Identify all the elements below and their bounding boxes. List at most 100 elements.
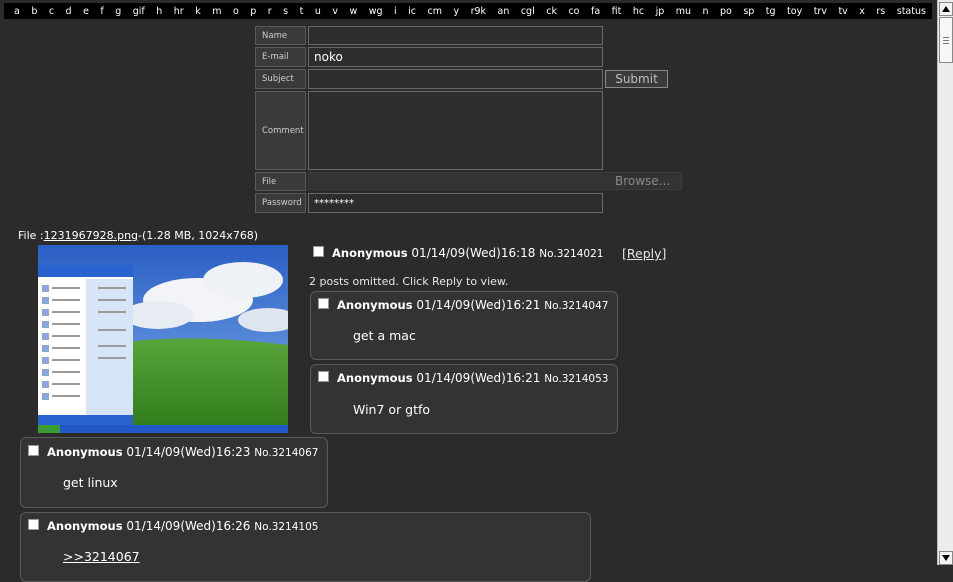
board-link-mu[interactable]: mu xyxy=(676,6,691,17)
board-link-y[interactable]: y xyxy=(453,6,459,17)
board-link-o[interactable]: o xyxy=(233,6,239,17)
board-link-rs[interactable]: rs xyxy=(876,6,885,17)
board-link-fit[interactable]: fit xyxy=(612,6,622,17)
reply-checkbox[interactable] xyxy=(28,519,39,530)
board-link-d[interactable]: d xyxy=(66,6,72,17)
board-link-v[interactable]: v xyxy=(332,6,338,17)
subject-input[interactable] xyxy=(308,69,603,89)
browse-button[interactable]: Browse... xyxy=(605,172,682,190)
reply-number[interactable]: No.3214067 xyxy=(254,447,318,459)
reply-name: Anonymous xyxy=(337,371,413,385)
op-date: 01/14/09(Wed)16:18 xyxy=(411,246,536,260)
board-link-f[interactable]: f xyxy=(100,6,103,17)
board-link-n[interactable]: n xyxy=(702,6,708,17)
board-link-r9k[interactable]: r9k xyxy=(471,6,486,17)
submit-button[interactable]: Submit xyxy=(605,70,668,88)
op-checkbox[interactable] xyxy=(313,246,324,257)
board-link-cm[interactable]: cm xyxy=(427,6,441,17)
subject-label: Subject xyxy=(255,69,306,89)
board-link-cgl[interactable]: cgl xyxy=(521,6,535,17)
board-link-u[interactable]: u xyxy=(315,6,321,17)
board-link-b[interactable]: b xyxy=(31,6,37,17)
comment-textarea[interactable] xyxy=(308,91,603,170)
file-prefix: File : xyxy=(18,229,44,242)
board-link-tg[interactable]: tg xyxy=(766,6,776,17)
reply-checkbox[interactable] xyxy=(318,371,329,382)
board-link-r[interactable]: r xyxy=(268,6,272,17)
file-info: File :1231967928.png-(1.28 MB, 1024x768) xyxy=(18,229,258,242)
reply-date: 01/14/09(Wed)16:21 xyxy=(416,298,541,312)
board-link-h[interactable]: h xyxy=(156,6,162,17)
board-link-hc[interactable]: hc xyxy=(633,6,644,17)
board-link-jp[interactable]: jp xyxy=(656,6,665,17)
reply-date: 01/14/09(Wed)16:23 xyxy=(126,445,251,459)
omitted-notice: 2 posts omitted. Click Reply to view. xyxy=(309,275,509,288)
op-thumbnail[interactable] xyxy=(38,245,288,433)
board-link-t[interactable]: t xyxy=(300,6,304,17)
arrow-up-icon[interactable] xyxy=(939,2,953,16)
board-link-wg[interactable]: wg xyxy=(369,6,383,17)
board-link-po[interactable]: po xyxy=(720,6,732,17)
reply-name: Anonymous xyxy=(47,519,123,533)
board-link-e[interactable]: e xyxy=(83,6,89,17)
comment-label: Comment xyxy=(255,91,306,170)
board-link-x[interactable]: x xyxy=(859,6,865,17)
reply-name: Anonymous xyxy=(337,298,413,312)
email-input[interactable]: noko xyxy=(308,47,603,67)
board-link-gif[interactable]: gif xyxy=(133,6,145,17)
board-link-an[interactable]: an xyxy=(498,6,510,17)
reply-date: 01/14/09(Wed)16:26 xyxy=(126,519,251,533)
board-link-trv[interactable]: trv xyxy=(814,6,827,17)
reply-name: Anonymous xyxy=(47,445,123,459)
board-link-ck[interactable]: ck xyxy=(546,6,557,17)
op-number[interactable]: No.3214021 xyxy=(539,248,603,260)
board-link-ic[interactable]: ic xyxy=(408,6,416,17)
reply-header: Anonymous 01/14/09(Wed)16:21 No.3214053 xyxy=(337,371,608,385)
name-input[interactable] xyxy=(308,26,603,45)
reply-header: Anonymous 01/14/09(Wed)16:21 No.3214047 xyxy=(337,298,608,312)
reply-header: Anonymous 01/14/09(Wed)16:26 No.3214105 xyxy=(47,519,318,533)
board-link-m[interactable]: m xyxy=(212,6,221,17)
board-link-fa[interactable]: fa xyxy=(591,6,600,17)
board-link-a[interactable]: a xyxy=(14,6,20,17)
reply-date: 01/14/09(Wed)16:21 xyxy=(416,371,541,385)
op-name: Anonymous xyxy=(332,246,408,260)
board-link-c[interactable]: c xyxy=(49,6,54,17)
reply-message: get linux xyxy=(63,475,118,490)
board-nav: a b c d e f g gif h hr k m o p r s t u v w wg i ic cm y r9k an cgl c… xyxy=(4,3,932,19)
password-label: Password xyxy=(255,193,306,213)
board-link-g[interactable]: g xyxy=(115,6,121,17)
board-link-s[interactable]: s xyxy=(283,6,288,17)
file-label: File xyxy=(255,172,306,191)
board-link-hr[interactable]: hr xyxy=(174,6,184,17)
board-link-sp[interactable]: sp xyxy=(743,6,754,17)
name-label: Name xyxy=(255,26,306,45)
scrollbar-thumb[interactable] xyxy=(939,17,953,63)
op-header: Anonymous 01/14/09(Wed)16:18 No.3214021 xyxy=(332,246,603,260)
reply-checkbox[interactable] xyxy=(28,445,39,456)
board-link-co[interactable]: co xyxy=(568,6,579,17)
board-link-p[interactable]: p xyxy=(250,6,256,17)
scrollbar[interactable] xyxy=(937,0,953,565)
file-meta: -(1.28 MB, 1024x768) xyxy=(138,229,259,242)
email-label: E-mail xyxy=(255,47,306,67)
reply-message: get a mac xyxy=(353,328,416,343)
quote-link[interactable]: >>3214067 xyxy=(63,549,140,564)
reply-number[interactable]: No.3214105 xyxy=(254,521,318,533)
board-link-status[interactable]: status xyxy=(897,6,926,17)
reply-link[interactable]: [Reply] xyxy=(622,246,666,261)
reply-number[interactable]: No.3214047 xyxy=(544,300,608,312)
reply-message: Win7 or gtfo xyxy=(353,402,431,417)
board-link-k[interactable]: k xyxy=(195,6,201,17)
file-link[interactable]: 1231967928.png xyxy=(44,229,138,242)
board-link-tv[interactable]: tv xyxy=(838,6,847,17)
thumbnail-image xyxy=(38,245,288,433)
reply-header: Anonymous 01/14/09(Wed)16:23 No.3214067 xyxy=(47,445,318,459)
reply-checkbox[interactable] xyxy=(318,298,329,309)
arrow-down-icon[interactable] xyxy=(939,551,953,565)
board-link-w[interactable]: w xyxy=(349,6,357,17)
reply-number[interactable]: No.3214053 xyxy=(544,373,608,385)
password-input[interactable]: ******** xyxy=(308,193,603,213)
board-link-toy[interactable]: toy xyxy=(787,6,802,17)
board-link-i[interactable]: i xyxy=(394,6,397,17)
